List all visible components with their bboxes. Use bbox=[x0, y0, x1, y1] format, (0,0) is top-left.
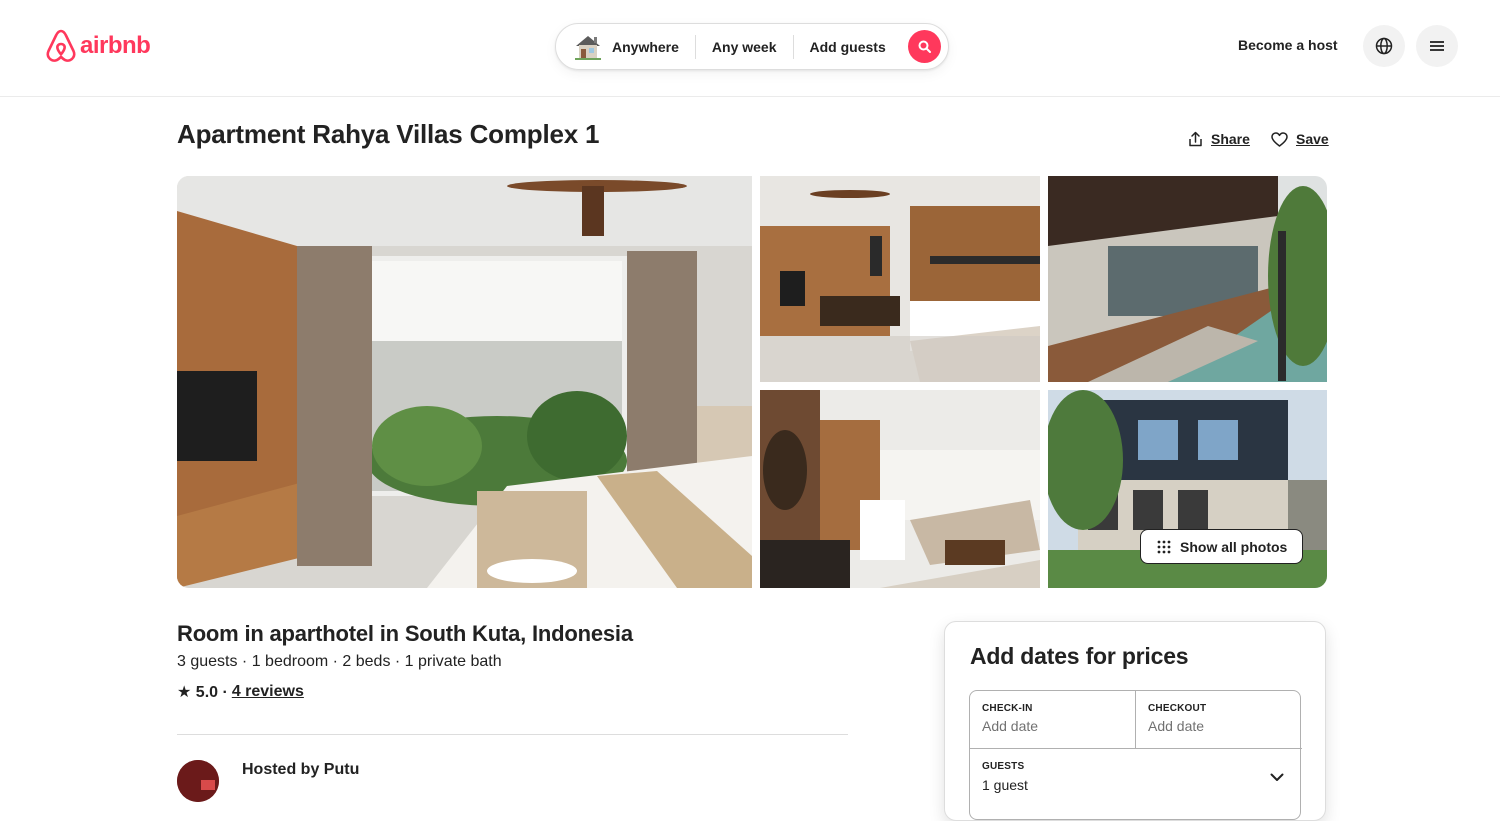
guests-label: GUESTS bbox=[982, 761, 1025, 772]
become-host-link[interactable]: Become a host bbox=[1238, 37, 1338, 53]
airbnb-logo-icon bbox=[46, 29, 76, 62]
airbnb-logo[interactable]: airbnb bbox=[45, 29, 151, 63]
top-header: airbnb Anywhere Any week Add guests Beco… bbox=[0, 0, 1500, 97]
checkin-field[interactable]: CHECK-IN Add date bbox=[970, 691, 1136, 748]
search-divider bbox=[792, 34, 794, 59]
checkout-value: Add date bbox=[1148, 718, 1205, 734]
heart-icon bbox=[1271, 131, 1288, 147]
booking-card: Add dates for prices CHECK-IN Add date C… bbox=[944, 621, 1326, 821]
guests-field[interactable]: GUESTS 1 guest bbox=[970, 748, 1302, 808]
show-all-photos-label: Show all photos bbox=[1180, 538, 1288, 555]
photo-living-room[interactable] bbox=[760, 390, 1040, 588]
bedroom-photo-image bbox=[177, 176, 752, 588]
guests-value: 1 guest bbox=[982, 777, 1028, 793]
search-button[interactable] bbox=[908, 30, 941, 63]
photo-kitchen[interactable] bbox=[760, 176, 1040, 382]
house-icon bbox=[575, 35, 601, 60]
chevron-down-icon bbox=[1270, 773, 1284, 781]
search-location[interactable]: Anywhere bbox=[612, 39, 695, 55]
kitchen-photo-image bbox=[760, 176, 1040, 382]
share-label: Share bbox=[1211, 131, 1250, 147]
hosted-by-label: Hosted by Putu bbox=[242, 761, 360, 778]
room-type-title: Room in aparthotel in South Kuta, Indone… bbox=[177, 621, 633, 646]
rating-summary: ★ 5.0 · 4 reviews bbox=[177, 682, 304, 702]
show-all-photos-button[interactable]: Show all photos bbox=[1140, 529, 1303, 564]
host-avatar-image bbox=[177, 760, 219, 802]
grid-dots-icon bbox=[1157, 540, 1171, 553]
photo-pool[interactable] bbox=[1048, 176, 1327, 382]
checkin-value: Add date bbox=[982, 718, 1039, 734]
checkin-label: CHECK-IN bbox=[982, 703, 1033, 714]
date-guest-picker: CHECK-IN Add date CHECKOUT Add date GUES… bbox=[969, 690, 1302, 820]
search-divider bbox=[694, 34, 696, 59]
room-details: 3 guests · 1 bedroom · 2 beds · 1 privat… bbox=[177, 653, 502, 670]
globe-icon bbox=[1375, 37, 1393, 55]
living-room-photo-image bbox=[760, 390, 1040, 588]
checkout-label: CHECKOUT bbox=[1148, 703, 1207, 714]
search-bar[interactable]: Anywhere Any week Add guests bbox=[555, 23, 949, 70]
pool-photo-image bbox=[1048, 176, 1327, 382]
brand-name: airbnb bbox=[80, 32, 151, 59]
search-dates[interactable]: Any week bbox=[712, 39, 793, 55]
listing-title: Apartment Rahya Villas Complex 1 bbox=[177, 119, 600, 149]
share-icon bbox=[1189, 131, 1202, 147]
rating-value: ★ 5.0 · bbox=[177, 684, 228, 701]
language-button[interactable] bbox=[1363, 25, 1405, 67]
share-button[interactable]: Share bbox=[1188, 131, 1250, 147]
reviews-link[interactable]: 4 reviews bbox=[232, 683, 304, 701]
save-label: Save bbox=[1296, 131, 1329, 147]
main-photo-bedroom[interactable] bbox=[177, 176, 752, 588]
hamburger-menu-icon bbox=[1430, 41, 1444, 51]
search-guests[interactable]: Add guests bbox=[810, 39, 902, 55]
section-divider bbox=[177, 734, 848, 735]
search-icon bbox=[918, 40, 931, 53]
checkout-field[interactable]: CHECKOUT Add date bbox=[1136, 691, 1302, 748]
main-menu-button[interactable] bbox=[1416, 25, 1458, 67]
host-avatar[interactable] bbox=[177, 760, 219, 802]
booking-card-title: Add dates for prices bbox=[970, 643, 1189, 669]
save-button[interactable]: Save bbox=[1271, 131, 1329, 147]
